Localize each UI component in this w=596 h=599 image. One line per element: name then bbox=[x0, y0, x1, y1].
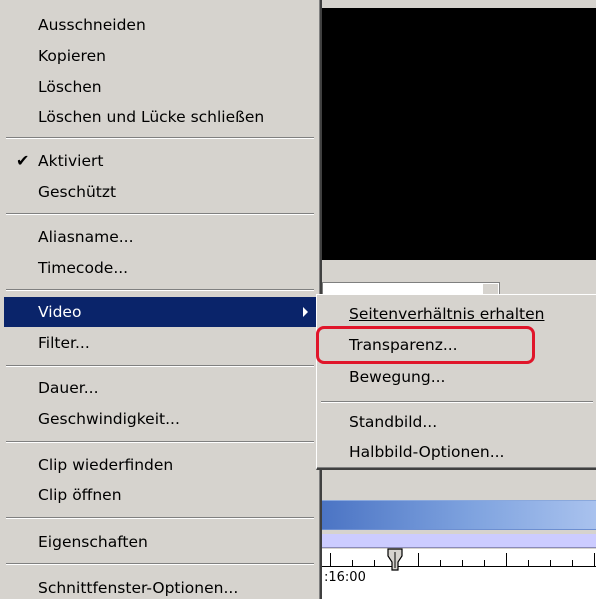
ruler-tick bbox=[594, 553, 595, 566]
menu-separator bbox=[6, 213, 314, 215]
menu-item-label: Video bbox=[38, 303, 82, 321]
menu-item-label: Transparenz... bbox=[349, 336, 458, 354]
menu-item-clip-wiederfinden[interactable]: Clip wiederfinden bbox=[4, 450, 316, 480]
context-menu: Ausschneiden Kopieren Löschen Löschen un… bbox=[0, 0, 322, 599]
submenu-item-standbild[interactable]: Standbild... bbox=[319, 407, 595, 437]
menu-item-label: Aliasname... bbox=[38, 228, 134, 246]
submenu-arrow-icon bbox=[303, 307, 308, 317]
menu-item-filter[interactable]: Filter... bbox=[4, 328, 316, 358]
timeline-ruler-baseline bbox=[322, 566, 596, 567]
menu-item-kopieren[interactable]: Kopieren bbox=[4, 41, 316, 71]
menu-item-label: Clip öffnen bbox=[38, 486, 122, 504]
screenshot-stage: :16:00 Ausschneiden Kopieren Löschen Lös… bbox=[0, 0, 596, 599]
menu-separator bbox=[6, 517, 314, 519]
menu-separator bbox=[6, 289, 314, 291]
menu-item-label: Löschen und Lücke schließen bbox=[38, 108, 265, 126]
submenu-item-bewegung[interactable]: Bewegung... bbox=[319, 362, 595, 392]
ruler-tick bbox=[374, 560, 375, 566]
ruler-tick bbox=[352, 560, 353, 566]
ruler-tick bbox=[440, 560, 441, 566]
menu-item-label: Dauer... bbox=[38, 379, 99, 397]
ruler-tick bbox=[506, 553, 507, 566]
submenu-item-halbbild-optionen[interactable]: Halbbild-Optionen... bbox=[319, 437, 595, 467]
ruler-tick bbox=[330, 553, 331, 566]
ruler-tick bbox=[550, 560, 551, 566]
menu-item-label: Seitenverhältnis erhalten bbox=[349, 305, 545, 323]
menu-item-geschuetzt[interactable]: Geschützt bbox=[4, 177, 316, 207]
playhead-marker-icon[interactable] bbox=[386, 548, 404, 572]
menu-item-timecode[interactable]: Timecode... bbox=[4, 253, 316, 283]
menu-item-label: Schnittfenster-Optionen... bbox=[38, 579, 239, 597]
menu-item-label: Bewegung... bbox=[349, 368, 446, 386]
menu-item-video[interactable]: Video bbox=[4, 297, 316, 327]
menu-item-loeschen[interactable]: Löschen bbox=[4, 72, 316, 102]
menu-item-label: Timecode... bbox=[38, 259, 129, 277]
menu-separator bbox=[6, 137, 314, 139]
menu-item-label: Löschen bbox=[38, 78, 102, 96]
menu-item-label: Clip wiederfinden bbox=[38, 456, 174, 474]
ruler-tick bbox=[484, 560, 485, 566]
menu-separator bbox=[321, 401, 593, 403]
ruler-tick bbox=[572, 560, 573, 566]
timeline-clip[interactable] bbox=[322, 500, 596, 530]
menu-item-label: Halbbild-Optionen... bbox=[349, 443, 505, 461]
menu-item-clip-oeffnen[interactable]: Clip öffnen bbox=[4, 480, 316, 510]
submenu-item-seitenverhaeltnis-erhalten[interactable]: Seitenverhältnis erhalten bbox=[319, 299, 595, 329]
menu-item-label: Kopieren bbox=[38, 47, 106, 65]
menu-item-label: Standbild... bbox=[349, 413, 438, 431]
menu-item-ausschneiden[interactable]: Ausschneiden bbox=[4, 10, 316, 40]
menu-separator bbox=[6, 441, 314, 443]
menu-item-label: Ausschneiden bbox=[38, 16, 146, 34]
menu-item-loeschen-und-luecke-schliessen[interactable]: Löschen und Lücke schließen bbox=[4, 102, 316, 132]
menu-item-label: Geschützt bbox=[38, 183, 117, 201]
menu-separator bbox=[6, 563, 314, 565]
video-preview-monitor bbox=[322, 8, 596, 260]
checkmark-icon: ✔ bbox=[16, 151, 30, 170]
menu-item-label: Geschwindigkeit... bbox=[38, 410, 180, 428]
menu-item-dauer[interactable]: Dauer... bbox=[4, 373, 316, 403]
menu-item-aktiviert[interactable]: ✔ Aktiviert bbox=[4, 146, 316, 176]
ruler-tick bbox=[528, 560, 529, 566]
menu-item-schnittfenster-optionen[interactable]: Schnittfenster-Optionen... bbox=[4, 573, 316, 599]
timeline-timecode: :16:00 bbox=[324, 570, 366, 585]
menu-item-label: Aktiviert bbox=[38, 152, 104, 170]
menu-item-eigenschaften[interactable]: Eigenschaften bbox=[4, 527, 316, 557]
menu-item-label: Filter... bbox=[38, 334, 90, 352]
menu-item-geschwindigkeit[interactable]: Geschwindigkeit... bbox=[4, 404, 316, 434]
ruler-tick bbox=[418, 553, 419, 566]
timeline-track[interactable] bbox=[322, 534, 596, 548]
submenu-item-transparenz[interactable]: Transparenz... bbox=[319, 330, 595, 360]
video-submenu: Seitenverhältnis erhalten Transparenz...… bbox=[316, 294, 596, 470]
menu-separator bbox=[6, 365, 314, 367]
menu-item-label: Eigenschaften bbox=[38, 533, 148, 551]
menu-item-aliasname[interactable]: Aliasname... bbox=[4, 222, 316, 252]
ruler-tick bbox=[462, 560, 463, 566]
